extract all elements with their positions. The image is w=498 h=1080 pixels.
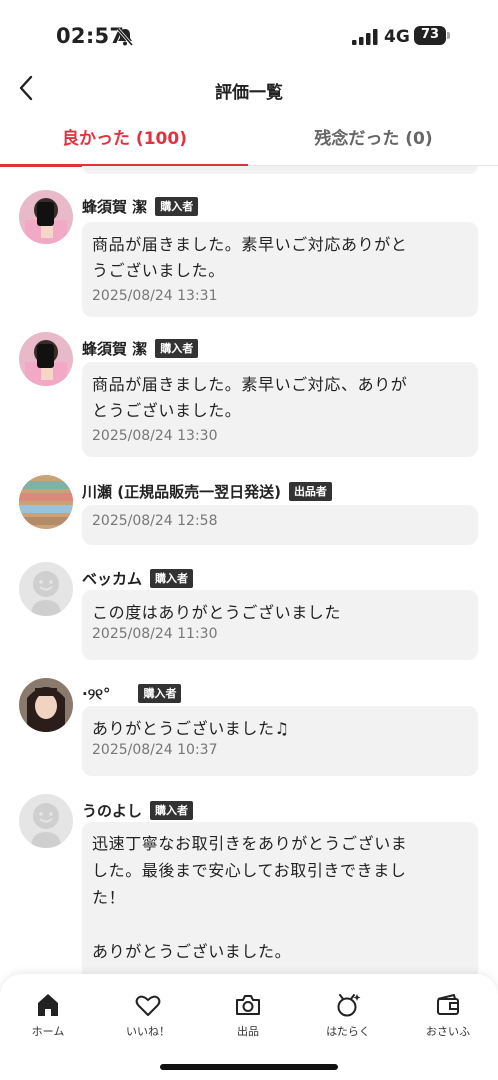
battery-level: 73 — [420, 27, 440, 42]
avatar[interactable] — [19, 332, 73, 386]
review-bubble: 2025/08/24 12:58 — [82, 505, 478, 545]
tab-bad[interactable]: 残念だった (0) — [249, 114, 498, 166]
reviewer-name: 蜂須賀 潔 購入者 — [82, 196, 199, 217]
review-tabs: 良かった (100) 残念だった (0) — [0, 114, 498, 167]
review-text: ありがとうございました♫ — [92, 719, 290, 738]
review-date: 2025/08/24 12:58 — [92, 513, 218, 529]
review-date: 2025/08/24 13:31 — [92, 288, 218, 304]
role-badge: 購入者 — [150, 569, 194, 588]
network-type: 4G — [384, 27, 410, 47]
reviewer-name-text: 蜂須賀 潔 — [82, 340, 148, 358]
heart-icon — [135, 995, 161, 1016]
avatar[interactable] — [19, 678, 73, 732]
review-date: 2025/08/24 13:30 — [92, 428, 218, 444]
nav-label: ホーム — [31, 1025, 65, 1038]
nav-label: 出品 — [237, 1025, 259, 1038]
battery-icon: 73 — [414, 26, 450, 46]
tab-good[interactable]: 良かった (100) — [0, 114, 249, 167]
role-badge: 出品者 — [288, 482, 332, 501]
reviewer-name: うのよし 購入者 — [82, 800, 194, 821]
nav-header: 評価一覧 — [0, 62, 498, 114]
role-badge: 購入者 — [150, 801, 194, 820]
nav-label: おさいふ — [426, 1025, 470, 1038]
review-bubble: ありがとうございました♫ 2025/08/24 10:37 — [82, 706, 478, 776]
bell-muted-icon — [116, 28, 134, 46]
nav-sell[interactable]: 出品 — [198, 990, 298, 1039]
avatar[interactable] — [19, 190, 73, 244]
home-indicator[interactable] — [160, 1064, 338, 1070]
reviewer-name: 川瀬 (正規品販売一翌日発送) 出品者 — [82, 481, 332, 502]
reviewer-name: ·୨୧° 購入者 — [82, 684, 182, 703]
nav-label: いいね！ — [126, 1025, 170, 1038]
review-bubble: 商品が届きました。素早いご対応ありがと うございました。 2025/08/24 … — [82, 222, 478, 317]
wallet-icon — [437, 994, 459, 1015]
avatar[interactable] — [19, 794, 73, 848]
camera-icon — [236, 995, 260, 1015]
previous-review-bubble — [82, 166, 478, 174]
signal-icon — [352, 29, 378, 45]
reviewer-name-text: ·୨୧° — [82, 684, 111, 703]
review-bubble: 迅速丁寧なお取引きをありがとうございま した。最後まで安心してお取引きできまし … — [82, 822, 478, 974]
status-bar: 02:57 4G 73 — [0, 0, 498, 70]
reviewer-name-text: 川瀬 (正規品販売一翌日発送) — [82, 483, 281, 501]
nav-label: はたらく — [326, 1025, 370, 1038]
sparkle-clock-icon — [337, 994, 361, 1017]
bottom-tab-bar: ホーム いいね！ 出品 はたらく おさいふ — [0, 974, 498, 1080]
review-text: 迅速丁寧なお取引きをありがとうございま した。最後まで安心してお取引きできまし … — [92, 834, 408, 961]
nav-wallet[interactable]: おさいふ — [398, 990, 498, 1039]
review-date: 2025/08/24 11:30 — [92, 626, 218, 642]
reviewer-name-text: 蜂須賀 潔 — [82, 198, 148, 216]
role-badge: 購入者 — [155, 197, 199, 216]
nav-likes[interactable]: いいね！ — [98, 990, 198, 1039]
avatar[interactable] — [19, 475, 73, 529]
review-list[interactable]: 蜂須賀 潔 購入者 商品が届きました。素早いご対応ありがと うございました。 2… — [0, 166, 498, 974]
reviewer-name: 蜂須賀 潔 購入者 — [82, 338, 199, 359]
review-bubble: この度はありがとうございました 2025/08/24 11:30 — [82, 590, 478, 660]
review-text: 商品が届きました。素早いご対応、ありが とうございました。 — [92, 375, 408, 420]
avatar[interactable] — [19, 562, 73, 616]
reviewer-name: ベッカム 購入者 — [82, 568, 194, 589]
role-badge: 購入者 — [138, 684, 182, 703]
review-date: 2025/08/24 10:37 — [92, 742, 218, 758]
nav-home[interactable]: ホーム — [0, 990, 98, 1039]
review-bubble: 商品が届きました。素早いご対応、ありが とうございました。 2025/08/24… — [82, 362, 478, 457]
reviewer-name-text: ベッカム — [82, 570, 143, 588]
nav-work[interactable]: はたらく — [298, 990, 398, 1039]
page-title: 評価一覧 — [215, 83, 283, 103]
reviewer-name-text: うのよし — [82, 802, 143, 820]
review-text: この度はありがとうございました — [92, 603, 342, 622]
review-text: 商品が届きました。素早いご対応ありがと うございました。 — [92, 235, 408, 280]
role-badge: 購入者 — [155, 339, 199, 358]
home-icon — [38, 994, 58, 1016]
